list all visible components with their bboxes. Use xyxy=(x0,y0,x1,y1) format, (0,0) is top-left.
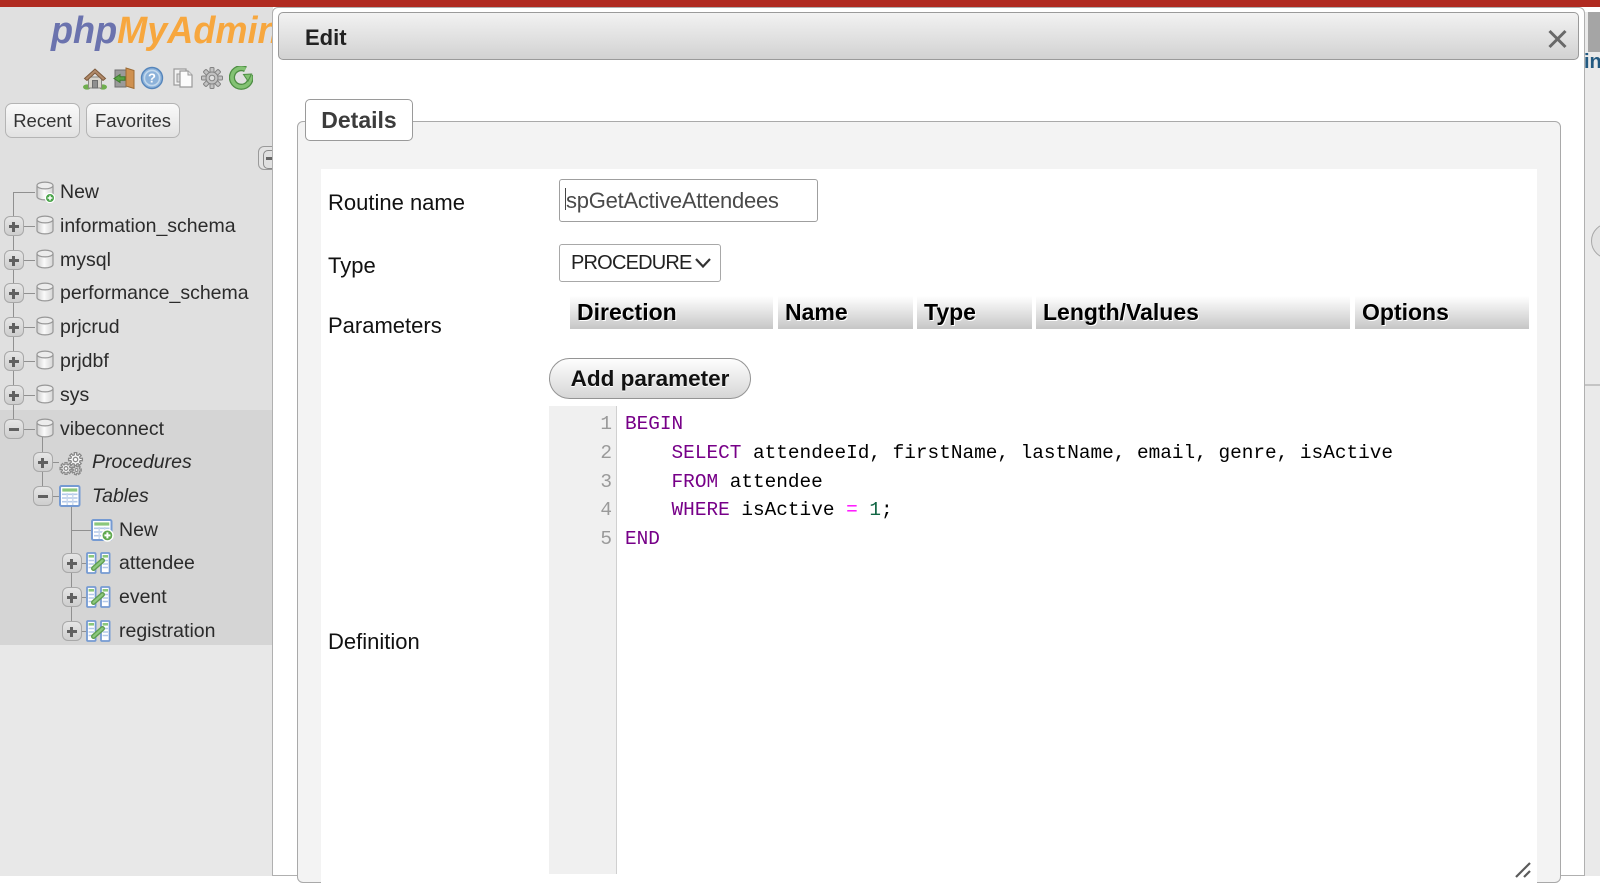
svg-text:?: ? xyxy=(148,71,156,86)
